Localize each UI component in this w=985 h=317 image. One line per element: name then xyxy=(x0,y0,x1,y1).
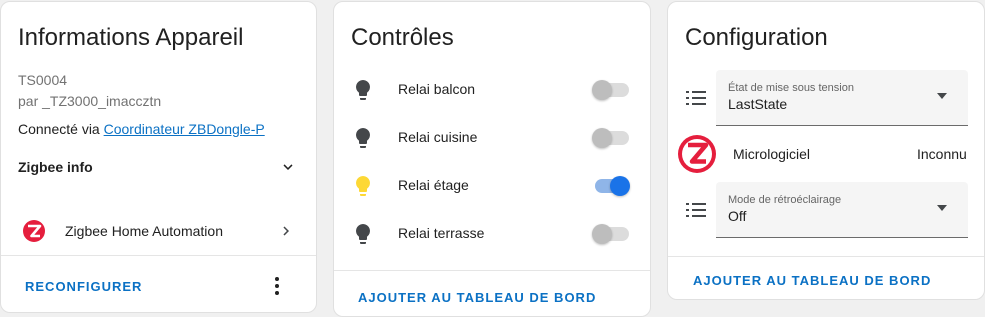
control-label: Relai étage xyxy=(398,177,469,193)
lightbulb-icon[interactable] xyxy=(351,78,375,102)
toggle-thumb xyxy=(610,176,630,196)
configuration-card: Configuration État de mise sous tension … xyxy=(667,1,985,300)
control-row: Relai balcon xyxy=(334,70,650,110)
dropdown-arrow-icon xyxy=(937,205,947,211)
add-to-dashboard-button[interactable]: AJOUTER AU TABLEAU DE BORD xyxy=(693,273,931,288)
toggle-thumb xyxy=(592,80,612,100)
add-to-dashboard-button[interactable]: AJOUTER AU TABLEAU DE BORD xyxy=(358,290,596,305)
toggle-switch[interactable] xyxy=(592,176,632,196)
toggle-thumb xyxy=(592,224,612,244)
toggle-thumb xyxy=(592,128,612,148)
device-vendor: par _TZ3000_imaccztn xyxy=(18,93,162,109)
control-row: Relai étage xyxy=(334,166,650,206)
controls-actions: AJOUTER AU TABLEAU DE BORD xyxy=(334,270,650,316)
control-label: Relai terrasse xyxy=(398,225,485,241)
device-info-actions: RECONFIGURER xyxy=(1,255,316,312)
toggle-switch[interactable] xyxy=(592,80,632,100)
select-value: Off xyxy=(728,208,747,224)
integration-link[interactable]: Zigbee Home Automation xyxy=(1,210,316,252)
firmware-row: Micrologiciel Inconnu xyxy=(668,128,984,178)
firmware-value: Inconnu xyxy=(917,146,967,162)
connected-via: Connecté via Coordinateur ZBDongle-P xyxy=(18,121,265,137)
configuration-title: Configuration xyxy=(685,24,828,51)
controls-card: Contrôles Relai balcon Relai cuisine Rel… xyxy=(333,1,651,317)
lightbulb-icon[interactable] xyxy=(351,126,375,150)
connected-via-label: Connecté via xyxy=(18,121,104,137)
control-row: Relai terrasse xyxy=(334,214,650,254)
toggle-switch[interactable] xyxy=(592,128,632,148)
control-label: Relai cuisine xyxy=(398,129,478,145)
select-caption: État de mise sous tension xyxy=(728,82,854,94)
select-caption: Mode de rétroéclairage xyxy=(728,194,842,206)
lightbulb-icon[interactable] xyxy=(351,174,375,198)
dropdown-arrow-icon xyxy=(937,93,947,99)
toggle-switch[interactable] xyxy=(592,224,632,244)
zigbee-info-expander[interactable]: Zigbee info xyxy=(1,150,316,184)
device-model: TS0004 xyxy=(18,72,68,88)
backlight-mode-row: Mode de rétroéclairage Off xyxy=(668,182,984,238)
configuration-actions: AJOUTER AU TABLEAU DE BORD xyxy=(668,256,984,299)
control-label: Relai balcon xyxy=(398,81,476,97)
controls-title: Contrôles xyxy=(351,24,454,51)
lightbulb-icon[interactable] xyxy=(351,222,375,246)
reconfigure-button[interactable]: RECONFIGURER xyxy=(25,279,142,294)
coordinator-link[interactable]: Coordinateur ZBDongle-P xyxy=(104,121,265,137)
zigbee-info-label: Zigbee info xyxy=(18,159,93,175)
device-info-title: Informations Appareil xyxy=(18,24,244,51)
power-on-state-select[interactable]: État de mise sous tension LastState xyxy=(716,70,968,126)
format-list-icon xyxy=(686,91,706,105)
format-list-icon xyxy=(686,203,706,217)
control-row: Relai cuisine xyxy=(334,118,650,158)
integration-label: Zigbee Home Automation xyxy=(65,223,223,239)
chevron-down-icon xyxy=(283,164,293,170)
select-value: LastState xyxy=(728,96,788,112)
firmware-label: Micrologiciel xyxy=(733,146,811,162)
power-on-state-row: État de mise sous tension LastState xyxy=(668,70,984,126)
backlight-mode-select[interactable]: Mode de rétroéclairage Off xyxy=(716,182,968,238)
device-info-card: Informations Appareil TS0004 par _TZ3000… xyxy=(0,1,317,313)
more-vertical-icon[interactable] xyxy=(267,274,287,298)
zigbee-logo-icon xyxy=(23,220,45,242)
zigbee-logo-icon xyxy=(678,135,716,173)
chevron-right-icon xyxy=(283,226,289,236)
